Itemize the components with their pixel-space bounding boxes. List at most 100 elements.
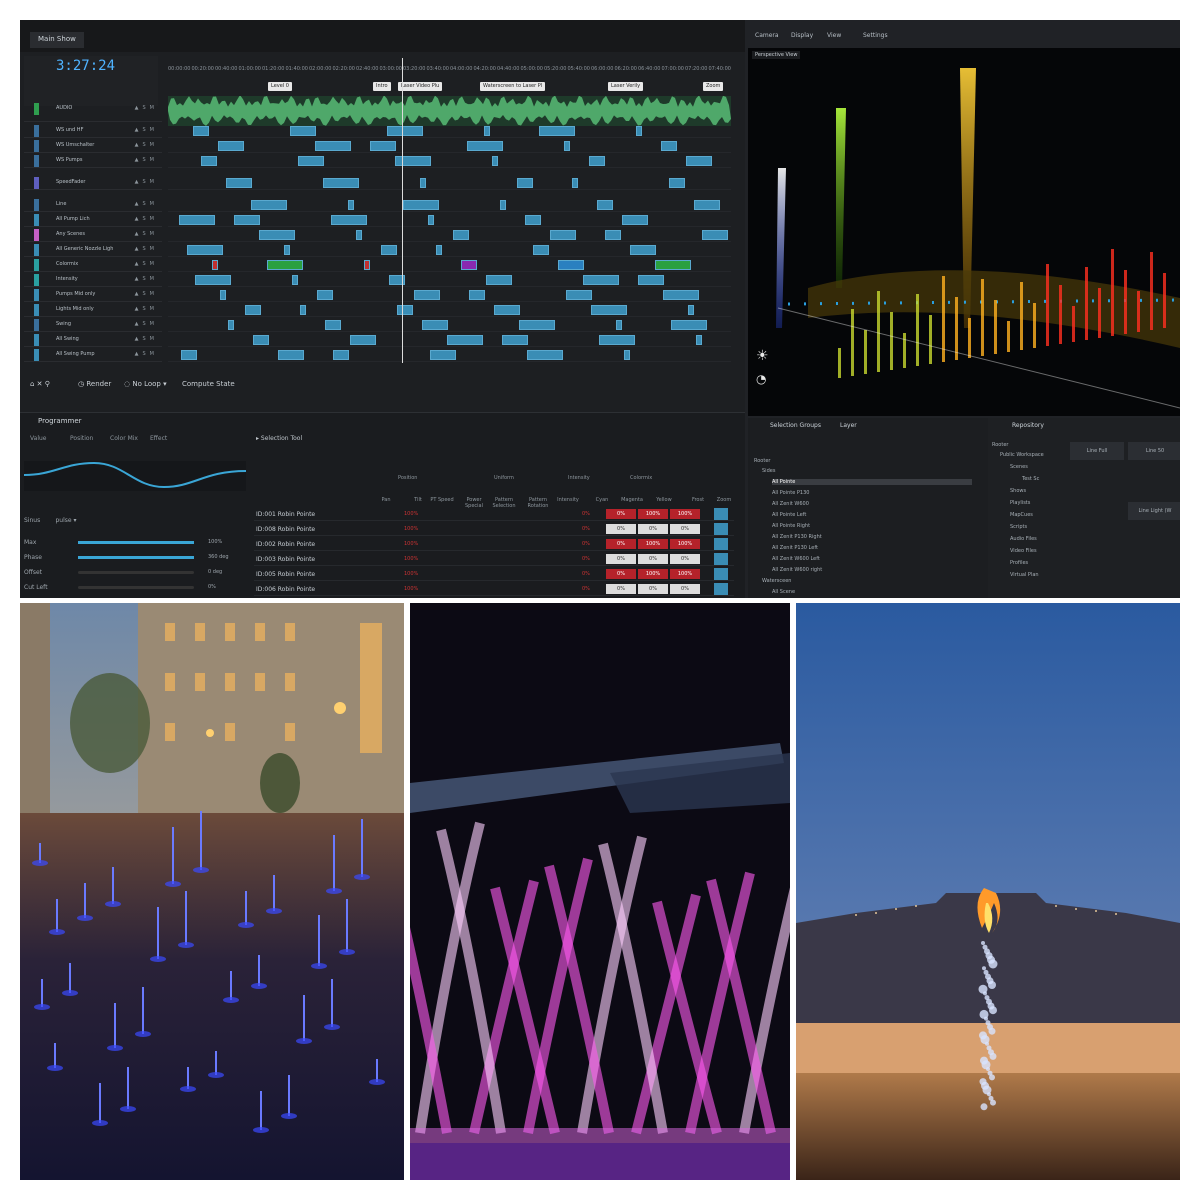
timeline-clip[interactable] xyxy=(661,141,677,151)
timeline-clip[interactable] xyxy=(259,230,295,240)
track-header[interactable]: All Swing ▲SM xyxy=(24,333,162,347)
timeline-clip[interactable] xyxy=(201,156,217,166)
track-rsm-buttons[interactable]: ▲SM xyxy=(135,261,158,267)
track-lane[interactable] xyxy=(168,176,731,190)
track-rsm-buttons[interactable]: ▲SM xyxy=(135,142,158,148)
audio-waveform[interactable] xyxy=(168,95,731,126)
track-rsm-buttons[interactable]: ▲SM xyxy=(135,127,158,133)
marker-lane[interactable]: Level 0 Intro Laser Video Plu Waterscreen t… xyxy=(168,82,735,94)
cmy-cell[interactable]: 100% xyxy=(670,509,700,519)
zoom-cell[interactable] xyxy=(714,523,728,535)
timeline-clip[interactable] xyxy=(414,290,440,300)
timeline-clip[interactable] xyxy=(220,290,226,300)
fixture-row[interactable]: ID:006 Robin Pointe 100% 0% 0% 0% 0% xyxy=(254,582,734,596)
waveform-select[interactable]: Sinus pulse ▾ xyxy=(24,517,77,524)
track-rsm-buttons[interactable]: ▲SM xyxy=(135,246,158,252)
timeline-marker[interactable]: Zoom xyxy=(703,82,724,91)
effect-slider[interactable] xyxy=(78,586,194,589)
selection-tool[interactable]: ▸ Selection Tool xyxy=(256,435,302,442)
timeline-clip[interactable] xyxy=(317,290,333,300)
cmy-cell[interactable]: 0% xyxy=(670,554,700,564)
timeline-clip[interactable] xyxy=(624,350,630,360)
timeline-clip[interactable] xyxy=(597,200,613,210)
timeline-clip[interactable] xyxy=(688,305,694,315)
view-tab[interactable]: Camera xyxy=(755,32,779,39)
cmy-cell[interactable]: 0% xyxy=(606,539,636,549)
repo-scene-button[interactable]: Line Full xyxy=(1070,442,1124,460)
repo-item[interactable]: Scripts xyxy=(1010,524,1027,530)
timeline-clip[interactable] xyxy=(622,215,648,225)
track-lane[interactable] xyxy=(168,213,731,227)
timeline-marker[interactable]: Laser Video Plu xyxy=(398,82,443,91)
view-tab[interactable]: Settings xyxy=(863,32,888,39)
cmy-cell[interactable]: 0% xyxy=(606,524,636,534)
timeline-clip[interactable] xyxy=(605,230,621,240)
track-lane[interactable] xyxy=(168,333,731,347)
zoom-cell[interactable] xyxy=(714,568,728,580)
effect-slider[interactable] xyxy=(78,556,194,559)
track-header[interactable]: All Pump Lich ▲SM xyxy=(24,213,162,227)
repo-scene-button[interactable]: Line 50 xyxy=(1128,442,1180,460)
cmy-cell[interactable]: 0% xyxy=(670,524,700,534)
fixture-row[interactable]: ID:001 Robin Pointe 100% 0% 0% 100% 100% xyxy=(254,507,734,521)
timeline-clip[interactable] xyxy=(195,275,231,285)
track-rsm-buttons[interactable]: ▲SM xyxy=(135,105,158,111)
timeline-clip[interactable] xyxy=(381,245,397,255)
timeline-clip[interactable] xyxy=(686,156,712,166)
tree-item[interactable]: All Pointe Left xyxy=(772,512,806,518)
track-header[interactable]: Intensity ▲SM xyxy=(24,273,162,287)
render-button[interactable]: ◷ Render xyxy=(78,380,111,388)
timeline-clip[interactable] xyxy=(397,305,413,315)
timeline-clip[interactable] xyxy=(591,305,627,315)
repo-root[interactable]: Rooter xyxy=(992,442,1008,448)
repo-item[interactable]: Video Files xyxy=(1010,548,1037,554)
timeline-clip[interactable] xyxy=(193,126,209,136)
zoom-cell[interactable] xyxy=(714,583,728,595)
track-header[interactable]: Pumps Mid only ▲SM xyxy=(24,288,162,302)
timeline-clip[interactable] xyxy=(348,200,354,210)
fixture-row[interactable]: ID:003 Robin Pointe 100% 0% 0% 0% 0% xyxy=(254,552,734,566)
selection-tab[interactable]: Layer xyxy=(840,422,857,429)
cmy-cell[interactable]: 0% xyxy=(606,509,636,519)
timeline-clip[interactable] xyxy=(671,320,707,330)
tree-item[interactable]: All Zenit P130 Left xyxy=(772,545,818,551)
playhead[interactable] xyxy=(402,58,403,363)
timeline-clip[interactable] xyxy=(403,200,439,210)
timeline-clip[interactable] xyxy=(228,320,234,330)
timeline-clip[interactable] xyxy=(350,335,376,345)
compute-state-button[interactable]: Compute State xyxy=(182,380,235,388)
tree-item[interactable]: All Pointe P130 xyxy=(772,490,809,496)
home-icon[interactable]: ⌂ ✕ ⚲ xyxy=(30,380,50,388)
timeline-clip[interactable] xyxy=(234,215,260,225)
timeline-clip[interactable] xyxy=(245,305,261,315)
track-header[interactable]: Swing ▲SM xyxy=(24,318,162,332)
repo-item[interactable]: Playlists xyxy=(1010,500,1030,506)
tree-item[interactable]: All Pointe xyxy=(772,479,972,485)
effect-slider[interactable] xyxy=(78,541,194,544)
timeline-clip[interactable] xyxy=(284,245,290,255)
timeline-clip[interactable] xyxy=(630,245,656,255)
cmy-cell[interactable]: 100% xyxy=(670,569,700,579)
timeline-clip[interactable] xyxy=(292,275,298,285)
track-lane[interactable] xyxy=(168,198,731,212)
track-header[interactable]: AUDIO ▲SM xyxy=(24,102,162,122)
repo-item[interactable]: Shows xyxy=(1010,488,1026,494)
track-header[interactable]: All Generic Nozzle Ligh ▲SM xyxy=(24,243,162,257)
timeline-marker[interactable]: Level 0 xyxy=(268,82,292,91)
timeline-clip[interactable] xyxy=(364,260,370,270)
timeline-clip[interactable] xyxy=(486,275,512,285)
timeline-clip[interactable] xyxy=(179,215,215,225)
view-tab[interactable]: View xyxy=(827,32,841,39)
selection-tab[interactable]: Selection Groups xyxy=(770,422,821,429)
timeline-clip[interactable] xyxy=(278,350,304,360)
timeline-clip[interactable] xyxy=(428,215,434,225)
repo-item[interactable]: Public Workspace xyxy=(1000,452,1044,458)
tree-item[interactable]: All Zenit P130 Right xyxy=(772,534,822,540)
sun-icon[interactable]: ☀ xyxy=(756,348,769,364)
timeline-clip[interactable] xyxy=(469,290,485,300)
repo-item[interactable]: Scenes xyxy=(1010,464,1028,470)
fixture-row[interactable]: ID:002 Robin Pointe 100% 0% 0% 100% 100% xyxy=(254,537,734,551)
fixture-row[interactable]: ID:008 Robin Pointe 100% 0% 0% 0% 0% xyxy=(254,522,734,536)
timeline-marker[interactable]: Waterscreen to Laser Pl xyxy=(480,82,546,91)
zoom-cell[interactable] xyxy=(714,508,728,520)
